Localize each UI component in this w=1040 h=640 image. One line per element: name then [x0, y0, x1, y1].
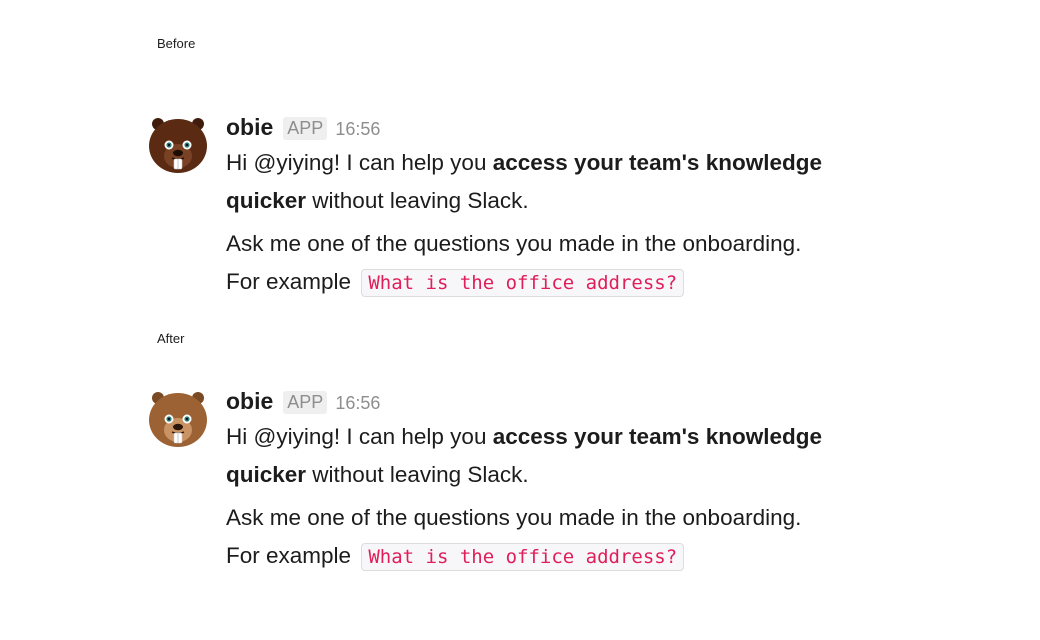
message-paragraph-1: Hi @yiying! I can help you access your t…: [226, 418, 906, 493]
app-badge: APP: [283, 391, 328, 414]
text-segment: Hi @yiying! I can help you: [226, 150, 493, 175]
beaver-avatar-icon[interactable]: [146, 114, 210, 178]
message-paragraph-1: Hi @yiying! I can help you access your t…: [226, 144, 906, 219]
beaver-avatar-icon[interactable]: [146, 388, 210, 452]
timestamp[interactable]: 16:56: [335, 393, 380, 414]
text-line: Ask me one of the questions you made in …: [226, 231, 802, 256]
app-badge: APP: [283, 117, 328, 140]
after-label: After: [157, 331, 185, 346]
text-segment: Hi @yiying! I can help you: [226, 424, 493, 449]
message-paragraph-2: Ask me one of the questions you made in …: [226, 499, 906, 576]
message-header: obie APP 16:56: [226, 388, 906, 418]
sender-name[interactable]: obie: [226, 388, 273, 415]
text-segment: without leaving Slack.: [306, 187, 529, 213]
message-content: obie APP 16:56 Hi @yiying! I can help yo…: [226, 388, 906, 576]
message-content: obie APP 16:56 Hi @yiying! I can help yo…: [226, 114, 906, 302]
text-segment: without leaving Slack.: [306, 461, 529, 487]
inline-code: What is the office address?: [361, 542, 685, 571]
text-line: Ask me one of the questions you made in …: [226, 505, 802, 530]
text-segment: For example: [226, 542, 352, 568]
inline-code: What is the office address?: [361, 268, 685, 297]
before-label: Before: [157, 36, 196, 51]
sender-name[interactable]: obie: [226, 114, 273, 141]
text-line: For example What is the office address?: [226, 537, 906, 577]
message-paragraph-2: Ask me one of the questions you made in …: [226, 225, 906, 302]
timestamp[interactable]: 16:56: [335, 119, 380, 140]
text-segment: For example: [226, 268, 352, 294]
message-header: obie APP 16:56: [226, 114, 906, 144]
text-line: For example What is the office address?: [226, 263, 906, 303]
